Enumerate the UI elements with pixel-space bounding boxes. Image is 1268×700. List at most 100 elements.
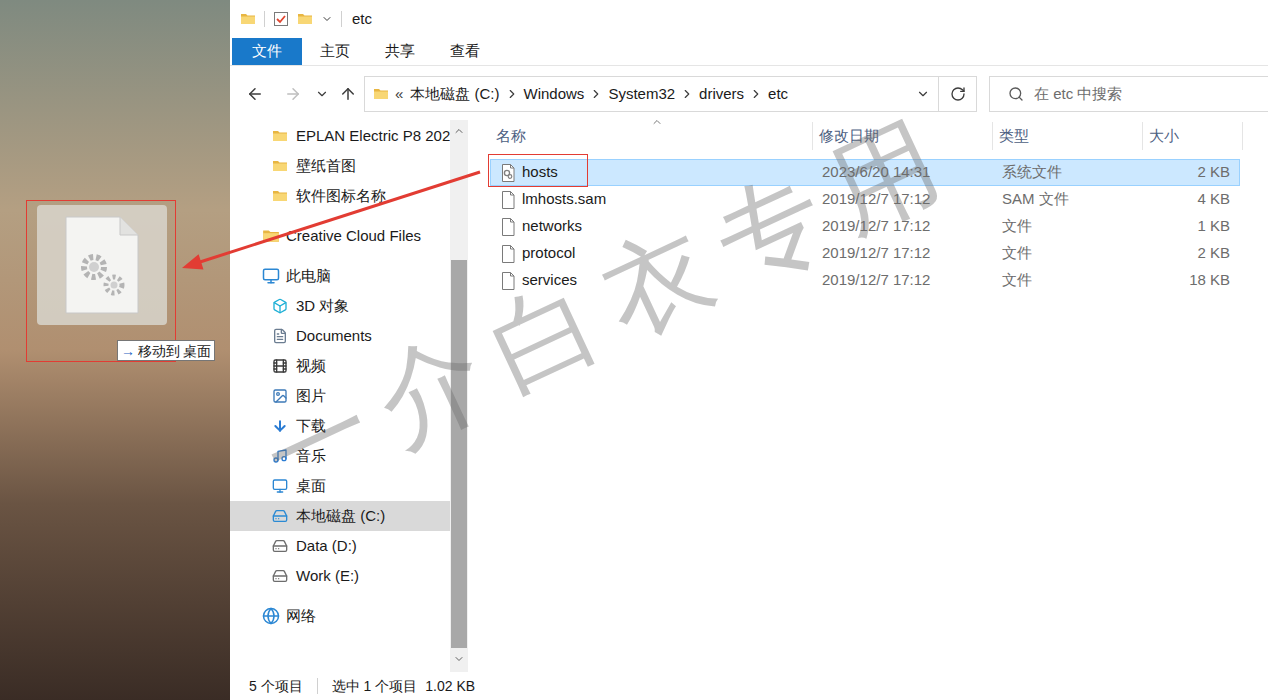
- file-list: 名称修改日期类型大小 hosts2023/6/20 14:31系统文件2 KBlm…: [468, 120, 1268, 672]
- breadcrumb[interactable]: etc: [767, 83, 789, 106]
- file-annotation-box: [488, 154, 588, 187]
- dragged-file[interactable]: [37, 205, 167, 325]
- scrollbar[interactable]: [450, 120, 468, 672]
- music-icon: [272, 448, 288, 464]
- window-title: etc: [352, 8, 372, 31]
- forward-arrow-icon: [284, 85, 302, 103]
- watermark: 一介白衣专用: [248, 99, 972, 511]
- system-drive-icon: [272, 508, 288, 524]
- table-header: 名称修改日期类型大小: [490, 122, 1268, 150]
- desktop-background: →移动到桌面: [0, 0, 230, 700]
- cube-icon: [272, 298, 288, 314]
- explorer-window: etc 文件主页共享查看 « 本地磁盘 (C:) Windows System32 driv…: [230, 0, 1268, 700]
- refresh-button[interactable]: [938, 77, 976, 111]
- file-row[interactable]: services2019/12/7 17:12文件18 KB: [490, 267, 1240, 294]
- file-icon: [500, 191, 516, 209]
- sidebar-item[interactable]: 下载: [230, 411, 450, 441]
- recent-button[interactable]: [314, 79, 330, 109]
- cloud-folder-icon: [262, 227, 280, 245]
- selection-size: 1.02 KB: [425, 676, 475, 697]
- selection-count: 选中 1 个项目: [332, 676, 418, 697]
- sidebar-item[interactable]: 壁纸首图: [230, 151, 450, 181]
- file-icon: [500, 218, 516, 236]
- drive-icon: [272, 568, 288, 584]
- network-icon: [262, 607, 280, 625]
- picture-icon: [272, 388, 288, 404]
- column-header[interactable]: 名称: [490, 122, 813, 150]
- refresh-icon: [950, 86, 966, 102]
- address-bar[interactable]: « 本地磁盘 (C:) Windows System32 drivers etc: [364, 76, 977, 112]
- address-folder-icon: [373, 86, 389, 102]
- sidebar-item[interactable]: 图片: [230, 381, 450, 411]
- scroll-up-icon[interactable]: [453, 125, 465, 137]
- sidebar-item[interactable]: 3D 对象: [230, 291, 450, 321]
- main-area: EPLAN Electric P8 202壁纸首图软件图标名称 Creative …: [230, 120, 1268, 672]
- item-count: 5 个项目: [249, 676, 303, 697]
- drag-tooltip: →移动到桌面: [117, 340, 215, 361]
- new-folder-icon: [297, 11, 313, 27]
- status-bar: 5 个项目 选中 1 个项目 1.02 KB: [230, 672, 1268, 700]
- column-header[interactable]: 修改日期: [813, 122, 993, 150]
- folder-icon: [272, 128, 288, 144]
- sidebar-item[interactable]: Data (D:): [230, 531, 450, 561]
- breadcrumb-separator-icon[interactable]: [589, 87, 603, 101]
- download-icon: [272, 418, 288, 434]
- up-button[interactable]: [336, 79, 360, 109]
- folder-icon: [272, 158, 288, 174]
- scroll-down-icon[interactable]: [453, 653, 465, 665]
- sidebar-item[interactable]: 软件图标名称: [230, 181, 450, 211]
- breadcrumb-separator-icon[interactable]: [680, 87, 694, 101]
- ribbon-tab[interactable]: 主页: [302, 38, 367, 65]
- system-file-icon: [500, 164, 516, 182]
- breadcrumb-separator-icon[interactable]: [505, 87, 519, 101]
- dragged-system-file-icon: [62, 215, 142, 315]
- navigation-pane: EPLAN Electric P8 202壁纸首图软件图标名称 Creative …: [230, 120, 468, 672]
- file-row[interactable]: hosts2023/6/20 14:31系统文件2 KB: [490, 159, 1240, 186]
- sidebar-item[interactable]: Work (E:): [230, 561, 450, 591]
- window-folder-icon: [240, 11, 256, 27]
- forward-button: [278, 79, 308, 109]
- scrollbar-thumb[interactable]: [451, 260, 467, 648]
- breadcrumb[interactable]: Windows: [523, 83, 586, 106]
- sort-indicator-icon: [651, 116, 663, 128]
- desktop-icon: [272, 478, 288, 494]
- sidebar-item[interactable]: 此电脑: [230, 261, 450, 291]
- sidebar-item[interactable]: 视频: [230, 351, 450, 381]
- search-icon: [1008, 86, 1024, 102]
- column-header[interactable]: 类型: [993, 122, 1143, 150]
- column-header[interactable]: 大小: [1143, 122, 1243, 150]
- sidebar-item[interactable]: 本地磁盘 (C:): [230, 501, 450, 531]
- title-bar: etc: [230, 0, 1268, 38]
- back-arrow-icon: [246, 85, 264, 103]
- file-button[interactable]: 文件: [232, 38, 302, 65]
- address-dropdown[interactable]: [908, 77, 938, 111]
- file-row[interactable]: protocol2019/12/7 17:12文件2 KB: [490, 240, 1240, 267]
- file-row[interactable]: networks2019/12/7 17:12文件1 KB: [490, 213, 1240, 240]
- file-icon: [500, 245, 516, 263]
- address-overflow[interactable]: «: [395, 83, 403, 106]
- address-row: « 本地磁盘 (C:) Windows System32 drivers etc 在 etc…: [230, 76, 1268, 112]
- drive-icon: [272, 538, 288, 554]
- chevron-down-icon: [916, 87, 930, 101]
- search-box[interactable]: 在 etc 中搜索: [989, 76, 1268, 112]
- ribbon-tab[interactable]: 查看: [432, 38, 497, 65]
- sidebar-item[interactable]: 桌面: [230, 471, 450, 501]
- breadcrumb[interactable]: 本地磁盘 (C:): [409, 83, 500, 106]
- sidebar-item[interactable]: 音乐: [230, 441, 450, 471]
- breadcrumb-separator-icon[interactable]: [749, 87, 763, 101]
- sidebar-item[interactable]: Creative Cloud Files: [230, 221, 450, 251]
- ribbon-tabs: 文件主页共享查看: [230, 38, 1268, 66]
- back-button[interactable]: [240, 79, 270, 109]
- customize-toolbar-icon[interactable]: [321, 13, 333, 25]
- properties-icon[interactable]: [273, 11, 289, 27]
- sidebar-item[interactable]: 网络: [230, 601, 450, 631]
- video-icon: [272, 358, 288, 374]
- file-icon: [500, 272, 516, 290]
- sidebar-item[interactable]: Documents: [230, 321, 450, 351]
- recent-locations-icon: [315, 87, 329, 101]
- breadcrumb[interactable]: drivers: [698, 83, 745, 106]
- breadcrumb[interactable]: System32: [607, 83, 676, 106]
- ribbon-tab[interactable]: 共享: [367, 38, 432, 65]
- file-row[interactable]: lmhosts.sam2019/12/7 17:12SAM 文件4 KB: [490, 186, 1240, 213]
- sidebar-item[interactable]: EPLAN Electric P8 202: [230, 121, 450, 151]
